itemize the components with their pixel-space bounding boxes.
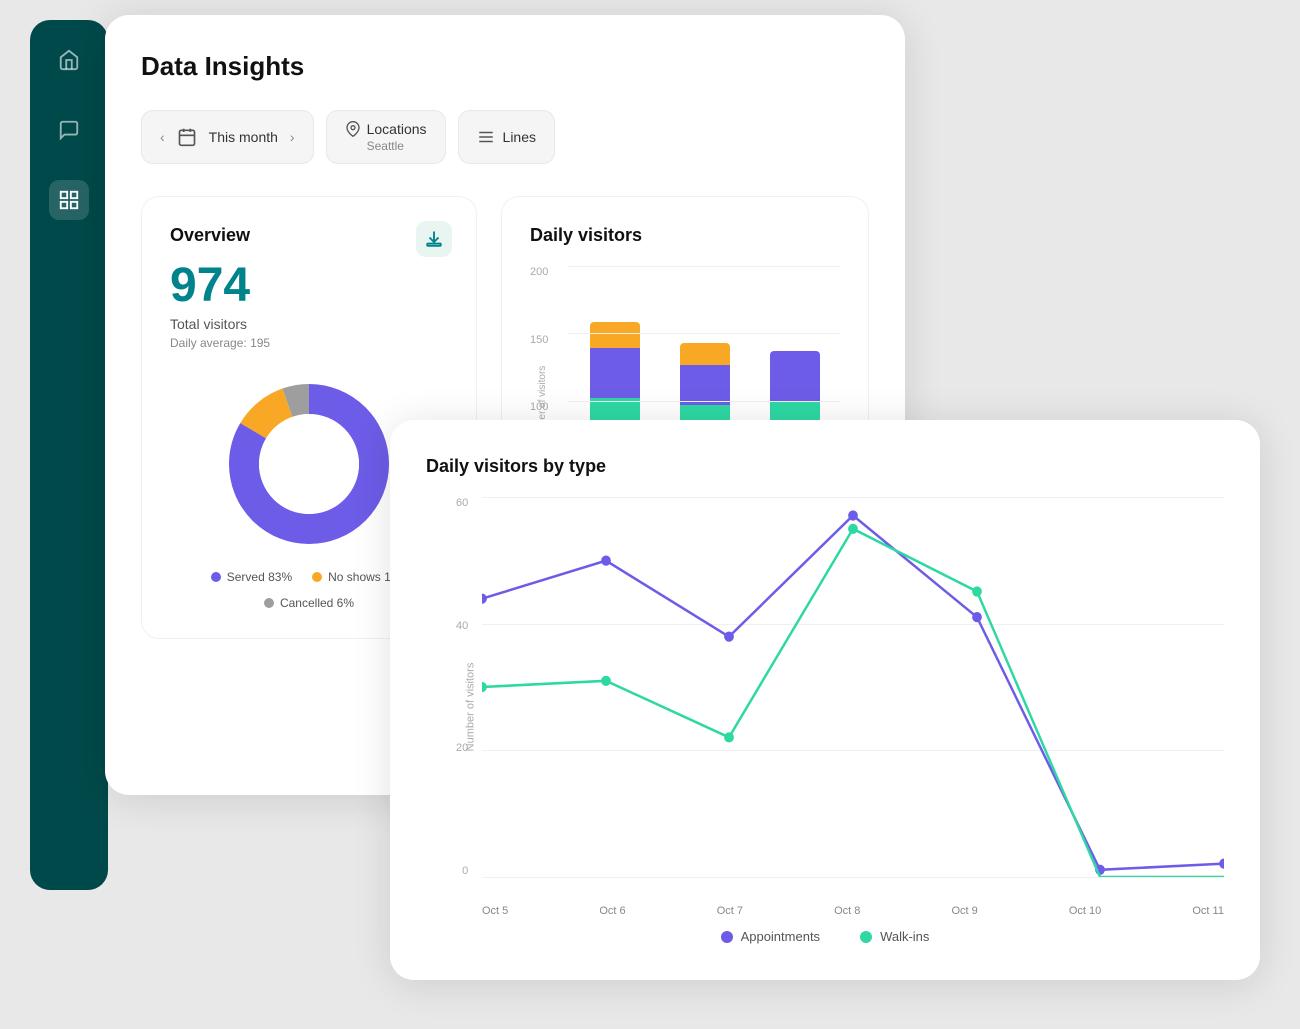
- bar-purple-2: [680, 365, 730, 405]
- sidebar-analytics[interactable]: [49, 180, 89, 220]
- bar-orange-1: [590, 322, 640, 348]
- sidebar-chat[interactable]: [49, 110, 89, 150]
- total-visitors-label: Total visitors: [170, 316, 448, 332]
- page-title: Data Insights: [141, 51, 869, 82]
- legend-walkins: Walk-ins: [860, 929, 929, 944]
- prev-arrow[interactable]: ‹: [160, 129, 165, 145]
- legend-served: Served 83%: [211, 570, 292, 584]
- x-label-3: Oct 8: [834, 905, 860, 917]
- x-label-2: Oct 7: [717, 905, 743, 917]
- location-sublabel: Seattle: [345, 139, 404, 153]
- bar-orange-2: [680, 343, 730, 365]
- calendar-icon: [177, 127, 197, 147]
- download-icon: [425, 230, 443, 248]
- date-filter-btn[interactable]: ‹ This month ›: [141, 110, 314, 164]
- location-label: Locations: [367, 121, 427, 137]
- daily-visitors-title: Daily visitors: [530, 225, 840, 246]
- toolbar: ‹ This month › Locations Seattle: [141, 110, 869, 164]
- lines-icon: [477, 128, 495, 146]
- legend-appointments: Appointments: [721, 929, 821, 944]
- x-label-1: Oct 6: [599, 905, 625, 917]
- location-filter-btn[interactable]: Locations Seattle: [326, 110, 446, 164]
- line-chart-legend: Appointments Walk-ins: [426, 929, 1224, 944]
- daily-avg: Daily average: 195: [170, 336, 448, 350]
- lines-filter-btn[interactable]: Lines: [458, 110, 555, 164]
- overview-title: Overview: [170, 225, 448, 246]
- download-button[interactable]: [416, 221, 452, 257]
- bar-purple-3: [770, 351, 820, 401]
- dvt-title: Daily visitors by type: [426, 456, 1224, 477]
- x-label-6: Oct 11: [1192, 905, 1224, 917]
- daily-visitors-type-card: Daily visitors by type Number of visitor…: [390, 420, 1260, 980]
- next-arrow[interactable]: ›: [290, 129, 295, 145]
- legend-cancelled: Cancelled 6%: [264, 596, 354, 610]
- x-label-4: Oct 9: [952, 905, 978, 917]
- lines-label: Lines: [503, 129, 536, 145]
- line-chart-svg: [482, 497, 1224, 877]
- x-label-5: Oct 10: [1069, 905, 1101, 917]
- location-icon: [345, 121, 361, 137]
- total-visitors-number: 974: [170, 262, 448, 310]
- sidebar: [30, 20, 108, 890]
- sidebar-home[interactable]: [49, 40, 89, 80]
- date-label: This month: [209, 129, 278, 145]
- x-label-0: Oct 5: [482, 905, 508, 917]
- bar-purple-1: [590, 348, 640, 398]
